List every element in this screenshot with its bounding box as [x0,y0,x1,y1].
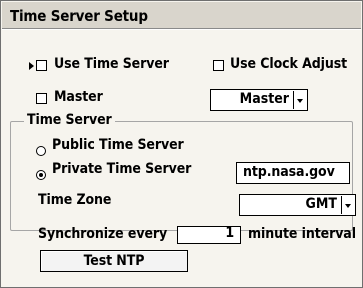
private-time-server-label: Private Time Server [52,161,192,177]
sync-interval-value: 1 [225,225,234,241]
chevron-down-icon[interactable] [341,196,354,214]
master-label: Master [54,89,103,105]
dialog-body: Use Time Server Use Clock Adjust Master … [2,29,361,287]
time-zone-label: Time Zone [38,192,112,208]
test-ntp-button-label: Test NTP [83,253,145,269]
title-bar: Time Server Setup [2,2,361,29]
sync-interval-input[interactable]: 1 [177,225,241,244]
master-select-value: Master [239,91,289,107]
time-server-setup-dialog: Time Server Setup Use Time Server Use Cl… [0,0,363,288]
time-zone-select-value: GMT [305,196,337,212]
use-time-server-label: Use Time Server [54,56,169,72]
time-server-group-title: Time Server [24,112,115,128]
time-zone-select[interactable]: GMT [239,194,356,216]
test-ntp-button[interactable]: Test NTP [40,250,188,272]
minute-interval-label: minute interval [248,226,356,242]
chevron-down-icon[interactable] [293,91,306,109]
private-time-server-radio[interactable] [36,170,46,180]
master-checkbox[interactable] [36,93,47,104]
focus-indicator-icon [29,62,34,70]
public-time-server-label: Public Time Server [52,137,184,153]
private-server-input[interactable]: ntp.nasa.gov [236,162,350,184]
public-time-server-radio[interactable] [36,146,46,156]
use-clock-adjust-label: Use Clock Adjust [230,56,348,72]
master-select[interactable]: Master [210,89,308,111]
private-server-value: ntp.nasa.gov [243,164,335,180]
dialog-title: Time Server Setup [10,7,148,25]
use-time-server-checkbox[interactable] [36,60,47,71]
use-clock-adjust-checkbox[interactable] [213,60,224,71]
synchronize-every-label: Synchronize every [38,226,168,242]
